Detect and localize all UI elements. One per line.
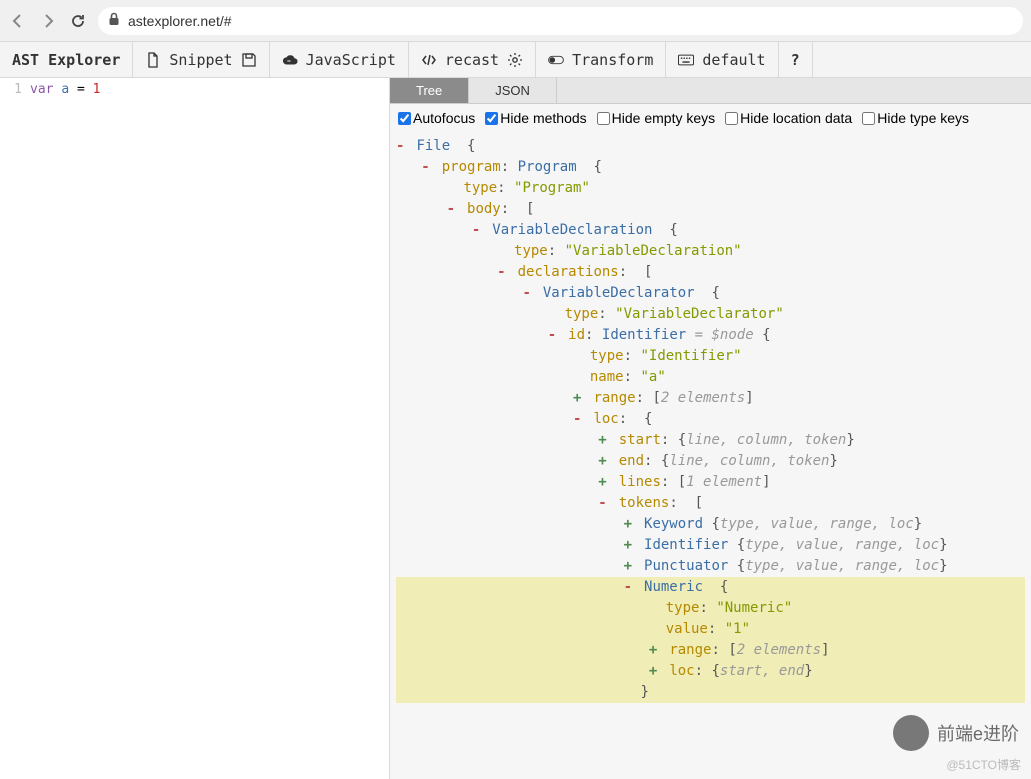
expand-icon[interactable]: +: [598, 430, 610, 451]
back-button[interactable]: [8, 11, 28, 31]
line-number: 1: [8, 82, 22, 97]
toggle-icon: [548, 52, 564, 68]
lock-icon: [108, 12, 120, 29]
app-toolbar: AST Explorer Snippet ∞ JavaScript recast…: [0, 42, 1031, 78]
collapse-icon[interactable]: -: [624, 577, 636, 598]
keybinding-menu[interactable]: default: [666, 42, 778, 77]
parser-label: recast: [445, 51, 499, 69]
gear-icon[interactable]: [507, 52, 523, 68]
keyboard-icon: [678, 52, 694, 68]
ast-tree[interactable]: - File { - program: Program { type: "Pro…: [390, 132, 1031, 779]
tree-options: Autofocus Hide methods Hide empty keys H…: [390, 104, 1031, 132]
opt-autofocus[interactable]: Autofocus: [398, 110, 475, 126]
collapse-icon[interactable]: -: [548, 325, 560, 346]
expand-icon[interactable]: +: [598, 472, 610, 493]
expand-icon[interactable]: +: [649, 640, 661, 661]
code-editor[interactable]: 1var a = 1: [0, 78, 390, 779]
opt-hide-loc[interactable]: Hide location data: [725, 110, 852, 126]
code-icon: [421, 52, 437, 68]
tab-json[interactable]: JSON: [469, 78, 557, 103]
svg-text:∞: ∞: [287, 58, 290, 64]
watermark: 前端e进阶: [893, 715, 1019, 751]
expand-icon[interactable]: +: [573, 388, 585, 409]
expand-icon[interactable]: +: [624, 535, 636, 556]
reload-button[interactable]: [68, 11, 88, 31]
transform-toggle[interactable]: Transform: [536, 42, 666, 77]
language-menu[interactable]: ∞ JavaScript: [270, 42, 409, 77]
tab-tree[interactable]: Tree: [390, 78, 469, 103]
forward-button[interactable]: [38, 11, 58, 31]
transform-label: Transform: [572, 51, 653, 69]
collapse-icon[interactable]: -: [447, 199, 459, 220]
browser-bar: astexplorer.net/#: [0, 0, 1031, 42]
opt-hide-empty[interactable]: Hide empty keys: [597, 110, 715, 126]
address-bar[interactable]: astexplorer.net/#: [98, 7, 1023, 35]
collapse-icon[interactable]: -: [421, 157, 433, 178]
collapse-icon[interactable]: -: [472, 220, 484, 241]
collapse-icon[interactable]: -: [573, 409, 585, 430]
expand-icon[interactable]: +: [598, 451, 610, 472]
snippet-label: Snippet: [169, 51, 232, 69]
ast-panel: Tree JSON Autofocus Hide methods Hide em…: [390, 78, 1031, 779]
language-label: JavaScript: [306, 51, 396, 69]
collapse-icon[interactable]: -: [598, 493, 610, 514]
document-icon: [145, 52, 161, 68]
url-text: astexplorer.net/#: [128, 13, 232, 29]
watermark-icon: [893, 715, 929, 751]
keybinding-label: default: [702, 51, 765, 69]
help-button[interactable]: ?: [779, 42, 813, 77]
snippet-menu[interactable]: Snippet: [133, 42, 269, 77]
expand-icon[interactable]: +: [624, 514, 636, 535]
opt-hide-type[interactable]: Hide type keys: [862, 110, 969, 126]
opt-hide-methods[interactable]: Hide methods: [485, 110, 586, 126]
brand-label[interactable]: AST Explorer: [0, 42, 133, 77]
parser-menu[interactable]: recast: [409, 42, 536, 77]
collapse-icon[interactable]: -: [522, 283, 534, 304]
output-tabs: Tree JSON: [390, 78, 1031, 104]
collapse-icon[interactable]: -: [396, 136, 408, 157]
collapse-icon[interactable]: -: [497, 262, 509, 283]
watermark-text: 前端e进阶: [937, 720, 1019, 746]
expand-icon[interactable]: +: [649, 661, 661, 682]
attribution: @51CTO博客: [946, 756, 1021, 773]
cloud-icon: ∞: [282, 52, 298, 68]
expand-icon[interactable]: +: [624, 556, 636, 577]
save-icon[interactable]: [241, 52, 257, 68]
